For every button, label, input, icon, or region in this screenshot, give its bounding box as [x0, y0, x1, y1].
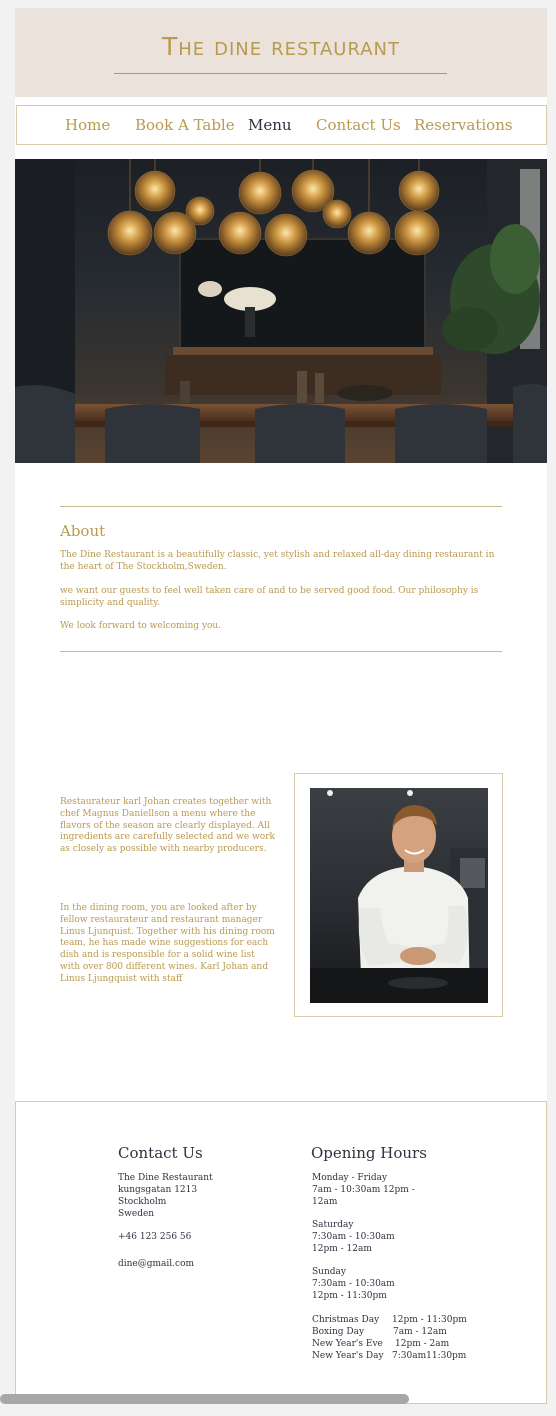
story-paragraph-1: Restaurateur karl Johan creates together…	[60, 797, 275, 855]
holiday-day: New Year's Day	[312, 1351, 384, 1361]
about-paragraph-3: We look forward to welcoming you.	[60, 621, 222, 631]
holiday-day: Boxing Day	[312, 1327, 365, 1337]
hours-weekday-time-2: 12am	[312, 1197, 338, 1207]
story-paragraph-2: In the dining room, you are looked after…	[60, 903, 275, 984]
holiday-time: 12pm - 2am	[395, 1339, 450, 1349]
holiday-time: 12pm - 11:30pm	[392, 1315, 467, 1325]
top-cut-fragment	[28, 0, 98, 4]
hours-sunday-time-1: 7:30am - 10:30am	[312, 1279, 395, 1289]
contact-address-line-4: Sweden	[118, 1209, 155, 1219]
nav-reservations[interactable]: Reservations	[414, 116, 513, 134]
hours-sunday-time-2: 12pm - 11:30pm	[312, 1291, 387, 1301]
page: The dine restaurant Home Book A Table Me…	[15, 8, 547, 1404]
hours-weekday-time-1: 7am - 10:30am 12pm -	[312, 1185, 415, 1195]
contact-address-line-1: The Dine Restaurant	[118, 1173, 213, 1183]
horizontal-scrollbar[interactable]	[0, 1394, 409, 1404]
site-footer: Contact Us The Dine Restaurant kungsgata…	[15, 1101, 547, 1404]
hours-weekday-label: Monday - Friday	[312, 1173, 388, 1183]
title-underline	[114, 73, 447, 74]
contact-phone[interactable]: +46 123 256 56	[118, 1231, 191, 1243]
main-nav: Home Book A Table Menu Contact Us Reserv…	[16, 105, 547, 145]
hours-saturday-time-1: 7:30am - 10:30am	[312, 1232, 395, 1242]
contact-heading: Contact Us	[118, 1144, 203, 1162]
about-paragraph-1: The Dine Restaurant is a beautifully cla…	[60, 550, 495, 572]
hours-saturday-time-2: 12pm - 12am	[312, 1244, 372, 1254]
holiday-day: New Year's Eve	[312, 1339, 383, 1349]
site-header: The dine restaurant	[15, 8, 547, 97]
holiday-day: Christmas Day	[312, 1315, 380, 1325]
holiday-time: 7am - 12am	[393, 1327, 447, 1337]
contact-address-line-2: kungsgatan 1213	[118, 1185, 198, 1195]
about-divider-top	[60, 506, 502, 507]
hero-illustration	[15, 159, 547, 463]
chef-photo-frame	[294, 773, 503, 1017]
nav-contact-us[interactable]: Contact Us	[316, 116, 401, 134]
contact-email[interactable]: dine@gmail.com	[118, 1258, 194, 1270]
nav-home[interactable]: Home	[65, 116, 110, 134]
opening-hours-heading: Opening Hours	[311, 1144, 427, 1162]
about-heading: About	[60, 522, 106, 540]
site-title: The dine restaurant	[161, 32, 401, 61]
hours-saturday-label: Saturday	[312, 1220, 354, 1230]
about-divider-bottom	[60, 651, 502, 652]
about-paragraph-2: we want our guests to feel well taken ca…	[60, 586, 479, 608]
chef-portrait-image	[310, 788, 488, 1003]
hours-sunday-label: Sunday	[312, 1267, 346, 1277]
nav-menu[interactable]: Menu	[248, 116, 292, 134]
nav-book-a-table[interactable]: Book A Table	[135, 116, 235, 134]
hero-restaurant-image	[15, 159, 547, 463]
chef-illustration	[310, 790, 488, 1003]
contact-address-line-3: Stockholm	[118, 1197, 167, 1207]
holiday-time: 7:30am11:30pm	[392, 1351, 467, 1361]
